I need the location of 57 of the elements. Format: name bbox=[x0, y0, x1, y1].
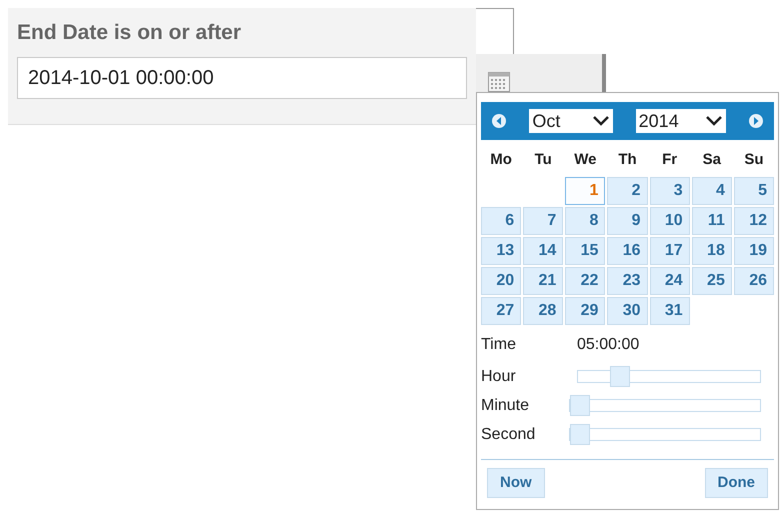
day-cell[interactable]: 14 bbox=[523, 237, 564, 265]
filter-label: End Date is on or after bbox=[17, 20, 242, 46]
day-cell[interactable]: 20 bbox=[481, 267, 522, 295]
date-input-field[interactable]: 2014-10-01 00:00:00 bbox=[17, 57, 467, 99]
day-cell[interactable]: 18 bbox=[692, 237, 732, 265]
slider-thumb[interactable] bbox=[570, 424, 590, 445]
day-cell[interactable]: 5 bbox=[734, 177, 774, 205]
year-select[interactable]: 2014 bbox=[636, 109, 726, 133]
chevron-down-icon bbox=[592, 115, 610, 127]
day-cell[interactable]: 16 bbox=[607, 237, 648, 265]
weekday-label: Mo bbox=[489, 150, 513, 170]
done-button[interactable]: Done bbox=[704, 468, 768, 498]
month-select[interactable]: Oct bbox=[529, 109, 614, 133]
slider-thumb[interactable] bbox=[570, 395, 590, 416]
weekday-label: Su bbox=[743, 150, 764, 170]
calendar-icon[interactable] bbox=[488, 72, 510, 92]
day-cell[interactable]: 13 bbox=[481, 237, 522, 265]
weekday-label: Sa bbox=[702, 150, 722, 170]
day-cell[interactable]: 19 bbox=[734, 237, 774, 265]
day-cell[interactable]: 1 bbox=[565, 177, 606, 205]
day-cell[interactable]: 31 bbox=[650, 297, 690, 325]
weekday-label: Tu bbox=[534, 150, 553, 170]
day-cell[interactable]: 8 bbox=[565, 207, 606, 235]
slider-label: Second bbox=[481, 424, 536, 444]
time-label: Time bbox=[481, 335, 517, 355]
day-cell[interactable]: 12 bbox=[734, 207, 774, 235]
day-cell[interactable]: 4 bbox=[692, 177, 732, 205]
weekday-label: We bbox=[573, 150, 598, 170]
day-cell[interactable]: 11 bbox=[692, 207, 732, 235]
day-cell[interactable]: 10 bbox=[650, 207, 690, 235]
day-cell[interactable]: 7 bbox=[523, 207, 564, 235]
day-cell[interactable]: 17 bbox=[650, 237, 690, 265]
day-cell[interactable]: 15 bbox=[565, 237, 606, 265]
day-cell[interactable]: 2 bbox=[607, 177, 648, 205]
day-cell[interactable]: 22 bbox=[565, 267, 606, 295]
day-cell[interactable]: 6 bbox=[481, 207, 522, 235]
day-cell[interactable]: 27 bbox=[481, 297, 522, 325]
day-cell[interactable]: 26 bbox=[734, 267, 774, 295]
day-cell[interactable]: 25 bbox=[692, 267, 732, 295]
day-cell[interactable]: 9 bbox=[607, 207, 648, 235]
day-cell[interactable]: 3 bbox=[650, 177, 690, 205]
weekday-label: Fr bbox=[661, 150, 678, 170]
time-value: 05:00:00 bbox=[577, 335, 640, 355]
previous-month-icon[interactable] bbox=[491, 113, 507, 129]
weekday-label: Th bbox=[617, 150, 638, 170]
day-cell[interactable]: 28 bbox=[523, 297, 564, 325]
chevron-down-icon bbox=[704, 115, 723, 127]
day-cell[interactable]: 23 bbox=[607, 267, 648, 295]
day-cell[interactable]: 29 bbox=[565, 297, 606, 325]
slider-label: Minute bbox=[481, 396, 530, 416]
slider-label: Hour bbox=[481, 366, 517, 386]
day-cell[interactable]: 21 bbox=[523, 267, 564, 295]
next-month-icon[interactable] bbox=[748, 113, 764, 129]
day-cell[interactable]: 30 bbox=[607, 297, 648, 325]
day-cell[interactable]: 24 bbox=[650, 267, 690, 295]
slider-thumb[interactable] bbox=[610, 366, 630, 387]
now-button[interactable]: Now bbox=[487, 468, 545, 498]
